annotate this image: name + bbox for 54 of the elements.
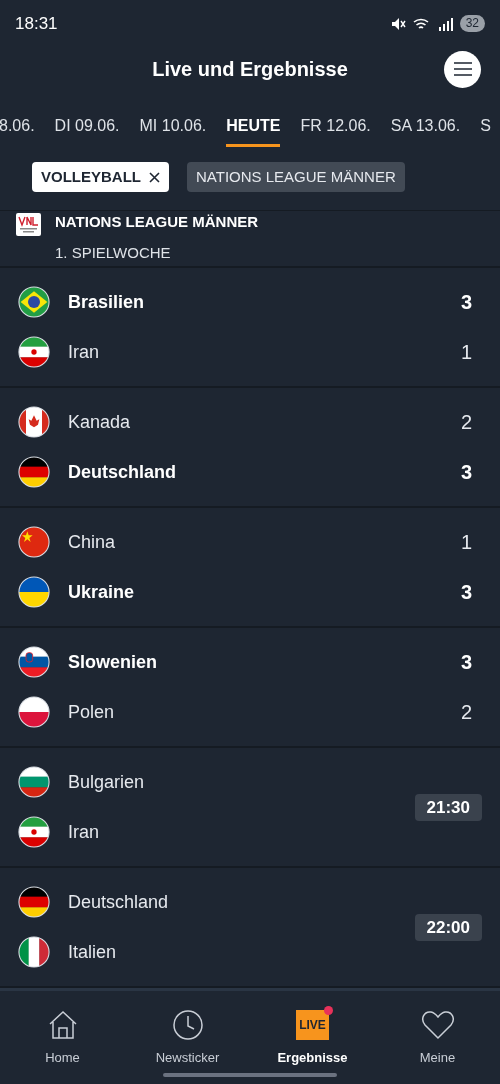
team-name: Deutschland [68, 890, 170, 914]
heart-icon [420, 1010, 455, 1041]
team-score: 1 [460, 340, 473, 366]
menu-button[interactable] [444, 50, 481, 88]
clock-time: 18:31 [15, 13, 58, 36]
match-time: 22:00 [414, 913, 482, 942]
date-tab[interactable]: HEUTE [226, 113, 281, 147]
filter-chip[interactable]: VOLLEYBALL [32, 162, 169, 193]
team-score: 2 [460, 700, 473, 726]
team-score: 3 [460, 650, 473, 676]
match-card[interactable]: China 1 Ukraine 3 [0, 506, 500, 627]
team-name: Ukraine [68, 580, 136, 604]
match-time: 21:30 [414, 793, 482, 822]
team-name: China [68, 530, 117, 554]
nav-tab[interactable]: Meine [375, 1009, 500, 1068]
team-name: Bulgarien [68, 770, 146, 794]
team-score: 3 [460, 580, 473, 606]
match-card[interactable]: Brasilien 3 Iran 1 [0, 266, 500, 387]
league-name: NATIONS LEAGUE MÄNNER [55, 212, 259, 232]
team-score: 1 [460, 530, 473, 556]
date-tab[interactable]: 8.06. [0, 113, 35, 147]
team-name: Deutschland [68, 460, 178, 484]
team-name: Italien [68, 940, 118, 964]
date-tab[interactable]: MI 10.06. [139, 113, 207, 147]
team-name: Slowenien [68, 650, 158, 674]
menu-icon [453, 62, 472, 77]
league-round: 1. SPIELWOCHE [55, 243, 172, 263]
battery-indicator: 32 [459, 15, 485, 33]
nav-tab[interactable]: Newsticker [125, 1009, 250, 1068]
date-tab[interactable]: FR 12.06. [300, 113, 371, 147]
match-card[interactable]: Bulgarien Iran 21:30 [0, 746, 500, 867]
league-logo [16, 213, 41, 236]
date-tab[interactable]: S [480, 113, 491, 147]
team-name: Polen [68, 700, 116, 724]
date-tab[interactable]: DI 09.06. [54, 113, 120, 147]
team-name: Iran [68, 820, 101, 844]
team-score: 3 [460, 460, 473, 486]
page-title: Live und Ergebnisse [152, 56, 348, 82]
team-score: 2 [460, 410, 473, 436]
team-name: Kanada [68, 410, 132, 434]
match-card[interactable]: Deutschland Italien 22:00 [0, 866, 500, 987]
filter-chip[interactable]: NATIONS LEAGUE MÄNNER [187, 162, 405, 193]
team-name: Brasilien [68, 290, 146, 314]
clock-icon [171, 1009, 204, 1042]
match-card[interactable]: Kanada 2 Deutschland 3 [0, 386, 500, 507]
nav-tab[interactable]: Home [0, 1009, 125, 1068]
team-score: 3 [460, 290, 473, 316]
team-name: Iran [68, 340, 101, 364]
date-tab[interactable]: SA 13.06. [390, 113, 461, 147]
signal-icon [437, 15, 454, 32]
match-card[interactable]: Slowenien 3 Polen 2 [0, 626, 500, 747]
live-badge: LIVE [296, 1010, 329, 1041]
close-icon [149, 171, 160, 183]
nav-tab[interactable]: LIVE Ergebnisse [250, 1009, 375, 1068]
